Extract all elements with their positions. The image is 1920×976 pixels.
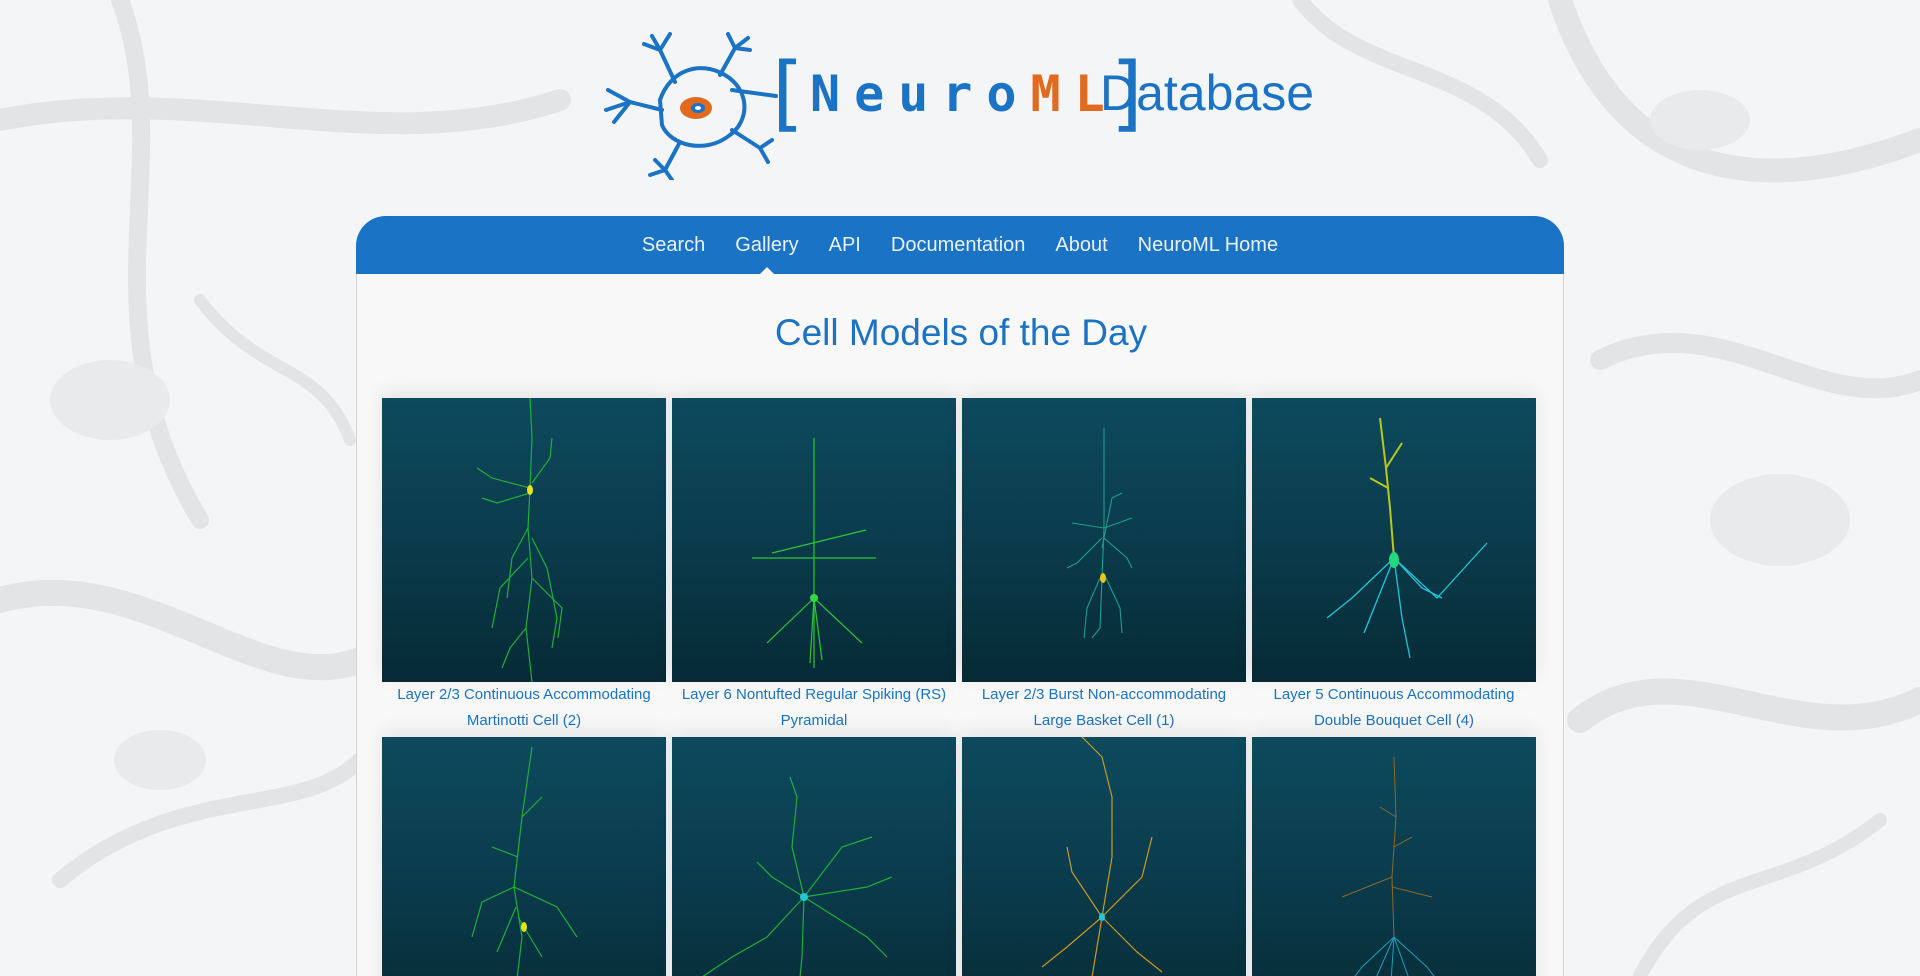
cell-thumbnail[interactable] (672, 737, 956, 976)
nav-gallery[interactable]: Gallery (720, 216, 813, 275)
cell-card[interactable]: Layer 2/3 Burst Non-accommodating Large … (962, 398, 1246, 734)
neuron-logo-icon (604, 32, 778, 180)
cell-card[interactable]: Layer 2/3 Continuous Accommodating Marti… (382, 398, 666, 734)
cell-caption[interactable]: Layer 2/3 Burst Non-accommodating Large … (962, 682, 1246, 734)
cell-card[interactable] (382, 737, 666, 976)
site-logo[interactable]: [ Neuro ML ] Database (600, 30, 1320, 180)
cell-thumbnail[interactable] (672, 398, 956, 682)
nav-search[interactable]: Search (627, 216, 720, 274)
main-nav: Search Gallery API Documentation About N… (356, 216, 1564, 275)
logo-wordmark: [ Neuro ML ] (772, 46, 1143, 141)
cell-caption[interactable]: Layer 5 Continuous Accommodating Double … (1252, 682, 1536, 734)
logo-database-text: Database (1100, 65, 1315, 121)
nav-neuroml-home[interactable]: NeuroML Home (1123, 216, 1293, 274)
cell-card[interactable] (672, 737, 956, 976)
main-panel: Search Gallery API Documentation About N… (356, 216, 1564, 976)
logo-bracket-open: [ (772, 46, 804, 141)
page-title: Cell Models of the Day (774, 312, 1148, 353)
cell-thumbnail[interactable] (1252, 398, 1536, 682)
cell-card[interactable] (1252, 737, 1536, 976)
nav-about[interactable]: About (1040, 216, 1122, 274)
cell-card[interactable]: Layer 5 Continuous Accommodating Double … (1252, 398, 1536, 734)
cell-thumbnail[interactable] (382, 398, 666, 682)
nav-documentation[interactable]: Documentation (876, 216, 1041, 274)
nav-api[interactable]: API (814, 216, 876, 274)
cell-thumbnail[interactable] (962, 737, 1246, 976)
cell-thumbnail[interactable] (962, 398, 1246, 682)
cell-card[interactable] (962, 737, 1246, 976)
cell-caption[interactable]: Layer 6 Nontufted Regular Spiking (RS) P… (672, 682, 956, 734)
cell-card[interactable]: Layer 6 Nontufted Regular Spiking (RS) P… (672, 398, 956, 734)
cell-thumbnail[interactable] (1252, 737, 1536, 976)
logo-neuro-text: Neuro (810, 65, 1031, 123)
cell-thumbnail[interactable] (382, 737, 666, 976)
cell-caption[interactable]: Layer 2/3 Continuous Accommodating Marti… (382, 682, 666, 734)
site-header: [ Neuro ML ] Database (0, 0, 1920, 200)
